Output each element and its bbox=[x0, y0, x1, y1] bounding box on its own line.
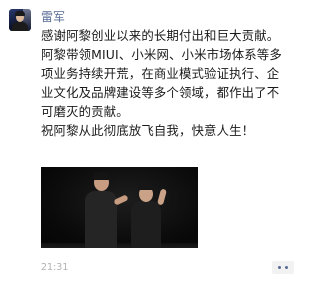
person-right-hair bbox=[138, 184, 154, 190]
post-timestamp: 21:31 bbox=[41, 262, 69, 273]
post-text-line: 业文化及品牌建设等多个领域，都作出了不 bbox=[41, 85, 280, 100]
person-right-body bbox=[131, 201, 161, 248]
post-text-line: 感谢阿黎创业以来的长期付出和巨大贡献。 bbox=[41, 28, 280, 43]
post-text-line: 可磨灭的贡献。 bbox=[41, 104, 129, 119]
person-left-body bbox=[85, 191, 117, 248]
author-name[interactable]: 雷军 bbox=[41, 10, 65, 24]
avatar-shirt bbox=[12, 22, 28, 31]
stage-floor bbox=[41, 243, 198, 248]
post-text-line: 祝阿黎从此彻底放飞自我，快意人生！ bbox=[41, 123, 255, 138]
post-text: 感谢阿黎创业以来的长期付出和巨大贡献。 阿黎带领MIUI、小米网、小米市场体系等… bbox=[41, 26, 294, 140]
post-text-line: 项业务持续开荒，在商业模式验证执行、企 bbox=[41, 66, 280, 81]
more-options-button[interactable] bbox=[272, 261, 294, 274]
post-photo[interactable] bbox=[41, 167, 198, 248]
person-left-hair bbox=[93, 172, 110, 180]
author-avatar[interactable] bbox=[9, 9, 31, 31]
more-dot-icon bbox=[278, 266, 281, 269]
avatar-hair bbox=[15, 11, 25, 16]
moments-post: 雷军 感谢阿黎创业以来的长期付出和巨大贡献。 阿黎带领MIUI、小米网、小米市场… bbox=[0, 0, 300, 293]
person-right-thumbs-up-arm bbox=[157, 188, 167, 206]
more-dot-icon bbox=[285, 266, 288, 269]
post-text-line: 阿黎带领MIUI、小米网、小米市场体系等多 bbox=[41, 47, 282, 62]
